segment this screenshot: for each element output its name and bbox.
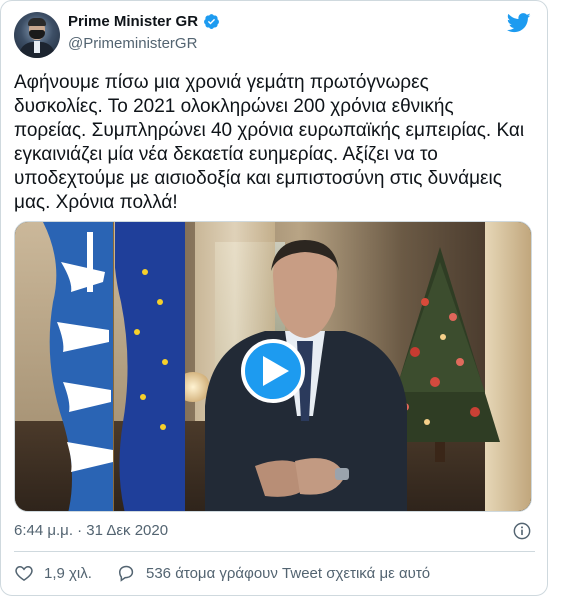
author-display-name[interactable]: Prime Minister GR [68,13,198,30]
twitter-bird-icon[interactable] [507,13,531,33]
tweet-timestamp[interactable]: 6:44 μ.μ. · 31 Δεκ 2020 [14,522,168,539]
heart-icon [15,565,33,581]
author-avatar[interactable] [14,12,60,58]
play-icon [262,356,289,386]
author-name-row[interactable]: Prime Minister GR [68,13,220,30]
info-icon[interactable] [513,522,531,540]
conversation-label: 536 άτομα γράφουν Tweet σχετικά με αυτό [146,564,431,582]
speaker-figure-image [205,240,407,511]
video-player[interactable] [14,221,532,512]
play-button[interactable] [241,339,305,403]
greek-flag-image [43,222,113,511]
reply-bubble-icon [118,565,134,582]
verified-badge-icon [204,14,219,29]
conversation-button[interactable]: 536 άτομα γράφουν Tweet σχετικά με αυτό [116,563,430,583]
tweet-text: Αφήνουμε πίσω μια χρονιά γεμάτη πρωτόγνω… [14,72,525,213]
like-button[interactable]: 1,9 χιλ. [14,563,92,583]
tweet-card: Prime Minister GR @PrimeministerGR Αφήνο… [0,0,548,596]
divider [14,551,535,552]
eu-flag-image [115,222,185,511]
author-handle[interactable]: @PrimeministerGR [68,35,197,52]
like-count: 1,9 χιλ. [44,564,92,582]
